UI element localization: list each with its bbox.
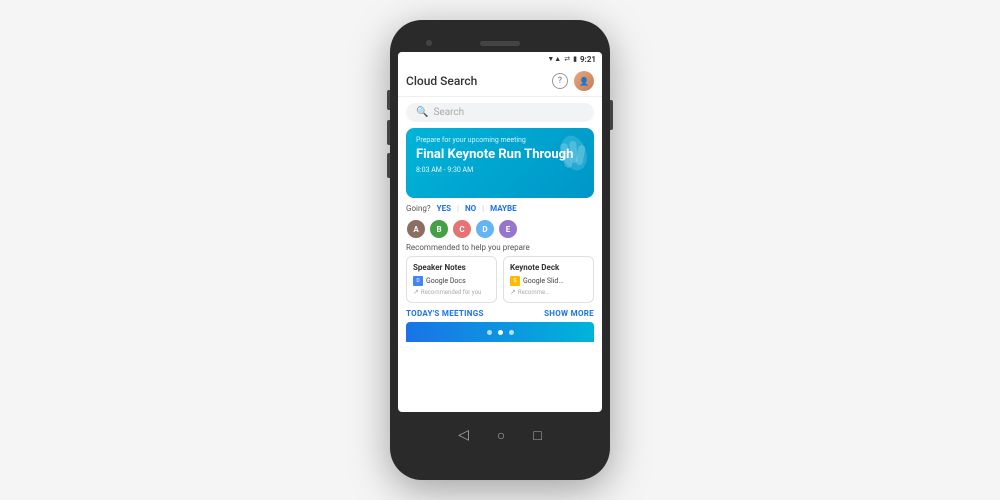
phone-screen: ▼▲ ⇄ ▮ 9:21 Cloud Search ? 👤 🔍 Search	[398, 52, 602, 412]
google-slides-icon: S	[510, 276, 520, 286]
phone-nav-bar: ◁ ○ □	[398, 416, 602, 454]
rsvp-yes-button[interactable]: YES	[437, 204, 451, 213]
doc-recommendation: ↗ Recommended for you	[413, 288, 490, 296]
meeting-card[interactable]: Prepare for your upcoming meeting Final …	[406, 128, 594, 198]
wifi-icon: ⇄	[564, 55, 570, 63]
help-button[interactable]: ?	[552, 73, 568, 89]
search-bar[interactable]: 🔍 Search	[406, 103, 594, 122]
volume-up-button	[387, 90, 390, 110]
home-button[interactable]: ○	[497, 427, 505, 444]
volume-down-button	[387, 120, 390, 145]
attendee-avatar: B	[429, 219, 449, 239]
doc-cards-row: Speaker Notes D Google Docs ↗ Recommende…	[398, 256, 602, 303]
attendee-avatar: D	[475, 219, 495, 239]
google-docs-icon: D	[413, 276, 423, 286]
prepare-text: Recommended to help you prepare	[398, 243, 602, 256]
attendees-row: A B C D E	[398, 217, 602, 243]
phone-top-bar	[398, 34, 602, 52]
app-title: Cloud Search	[406, 74, 477, 88]
doc-item: D Google Docs	[413, 276, 490, 286]
speaker-notes-card[interactable]: Speaker Notes D Google Docs ↗ Recommende…	[406, 256, 497, 303]
carousel-dot	[487, 330, 492, 335]
header-icons: ? 👤	[552, 71, 594, 91]
attendee-avatar: E	[498, 219, 518, 239]
rsvp-maybe-button[interactable]: MAYBE	[490, 204, 517, 213]
rec-icon: ↗	[413, 288, 419, 296]
front-camera	[426, 40, 432, 46]
status-bar: ▼▲ ⇄ ▮ 9:21	[398, 52, 602, 66]
doc-recommendation: ↗ Recomme...	[510, 288, 587, 296]
carousel-dot	[509, 330, 514, 335]
meeting-decoration	[534, 133, 589, 193]
doc-card-title: Keynote Deck	[510, 263, 587, 272]
attendee-avatar: A	[406, 219, 426, 239]
search-icon: 🔍	[416, 107, 428, 118]
recents-button[interactable]: □	[533, 427, 541, 444]
phone-shell: ▼▲ ⇄ ▮ 9:21 Cloud Search ? 👤 🔍 Search	[390, 20, 610, 480]
attendee-avatar: C	[452, 219, 472, 239]
rsvp-label: Going?	[406, 204, 431, 213]
search-input[interactable]: Search	[433, 107, 464, 118]
doc-card-title: Speaker Notes	[413, 263, 490, 272]
signal-icon: ▼▲	[547, 55, 561, 63]
phone-speaker	[480, 41, 520, 46]
rsvp-row: Going? YES | NO | MAYBE	[398, 204, 602, 217]
rec-text: Recommended for you	[421, 289, 481, 296]
rec-text: Recomme...	[518, 289, 550, 296]
carousel-dot-active	[498, 330, 503, 335]
silent-button	[387, 153, 390, 178]
doc-name: Google Slid...	[523, 277, 564, 285]
bottom-actions: TODAY'S MEETINGS SHOW MORE	[398, 303, 602, 322]
doc-name: Google Docs	[426, 277, 466, 285]
todays-meetings-link[interactable]: TODAY'S MEETINGS	[406, 309, 484, 318]
user-avatar[interactable]: 👤	[574, 71, 594, 91]
bottom-strip	[406, 322, 594, 342]
time-display: 9:21	[580, 55, 596, 64]
app-header: Cloud Search ? 👤	[398, 66, 602, 97]
show-more-link[interactable]: SHOW MORE	[544, 309, 594, 318]
keynote-deck-card[interactable]: Keynote Deck S Google Slid... ↗ Recomme.…	[503, 256, 594, 303]
rsvp-no-button[interactable]: NO	[465, 204, 476, 213]
back-button[interactable]: ◁	[458, 427, 469, 443]
doc-item: S Google Slid...	[510, 276, 587, 286]
rec-icon: ↗	[510, 288, 516, 296]
power-button	[610, 100, 613, 130]
battery-icon: ▮	[573, 55, 577, 63]
